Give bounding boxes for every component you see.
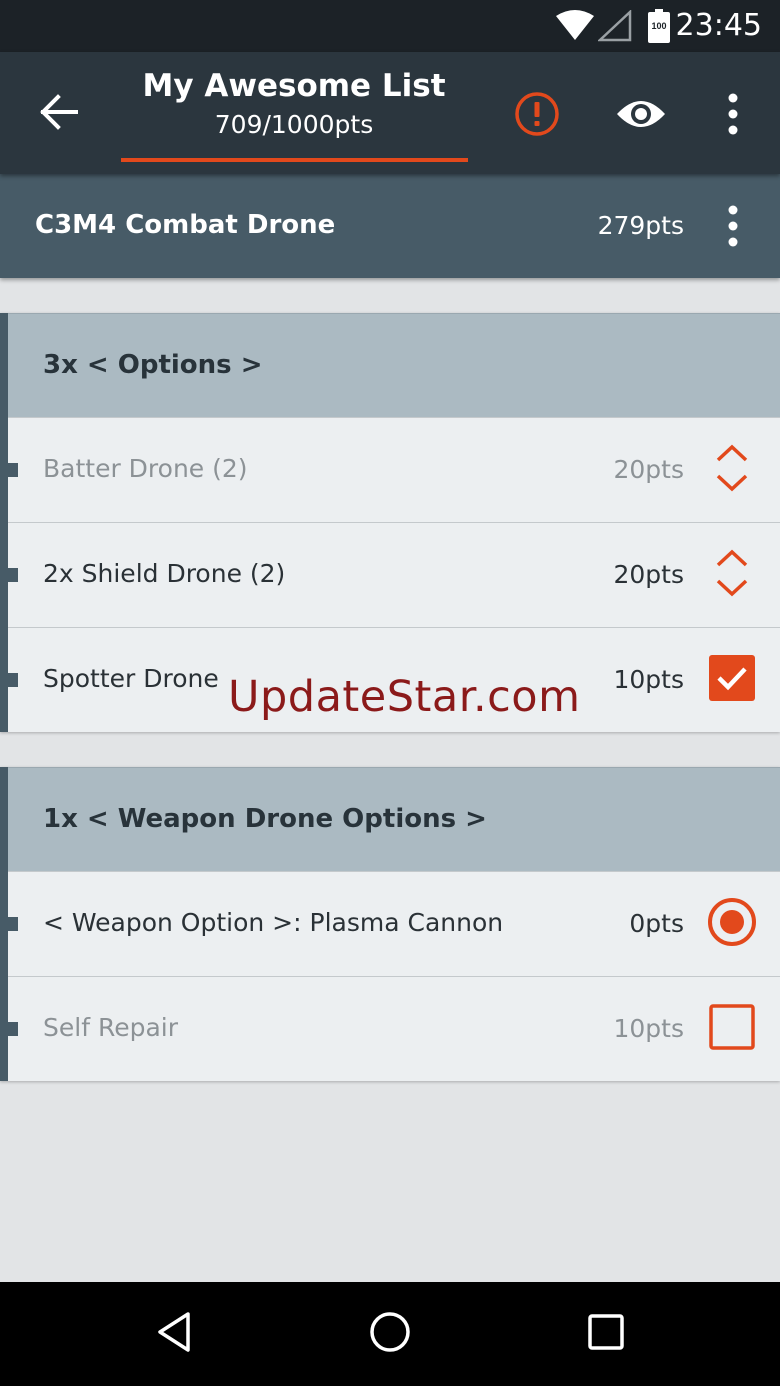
row-tick [0,1022,18,1036]
option-checkbox[interactable] [704,1001,760,1057]
battery-level: 100 [651,21,667,31]
unit-name: C3M4 Combat Drone [35,210,336,240]
back-triangle-icon [154,1310,194,1359]
group-title: 3x < Options > [43,350,263,380]
option-radio[interactable] [704,896,760,952]
group-indicator-bar [0,313,8,732]
arrow-back-icon [38,93,78,135]
tab-indicator [121,158,468,162]
recents-square-icon [586,1312,626,1357]
group-title: 1x < Weapon Drone Options > [43,804,487,834]
option-label: 2x Shield Drone (2) [43,559,286,588]
option-points: 10pts [613,1014,684,1043]
quantity-stepper[interactable] [704,442,760,498]
option-label: Batter Drone (2) [43,454,248,483]
option-row[interactable]: 2x Shield Drone (2) 20pts [0,522,780,627]
option-checkbox[interactable] [704,652,760,708]
option-points: 20pts [613,455,684,484]
option-points: 10pts [613,665,684,694]
option-group-weapon-drone: 1x < Weapon Drone Options > < Weapon Opt… [0,767,780,1081]
battery-icon: 100 [648,9,670,48]
option-row[interactable]: Self Repair 10pts [0,976,780,1081]
unit-header[interactable]: C3M4 Combat Drone 279pts [0,174,780,278]
option-label: Spotter Drone [43,664,219,693]
option-points: 20pts [613,560,684,589]
row-tick [0,568,18,582]
checkbox-checked-icon [709,654,755,706]
status-time: 23:45 [675,8,762,43]
option-row[interactable]: < Weapon Option >: Plasma Cannon 0pts [0,871,780,976]
option-group-options: 3x < Options > Batter Drone (2) 20pts 2x… [0,313,780,732]
stepper-up-down-icon [712,545,752,606]
visibility-button[interactable] [614,92,668,136]
more-vert-icon [718,93,748,142]
eye-icon [614,101,668,140]
quantity-stepper[interactable] [704,547,760,603]
list-title: My Awesome List [142,68,446,104]
checkbox-unchecked-icon [709,1003,755,1055]
system-nav-bar [0,1282,780,1386]
option-label: < Weapon Option >: Plasma Cannon [43,908,504,937]
list-title-tab[interactable]: My Awesome List 709/1000pts [120,52,468,164]
warning-button[interactable] [512,89,562,139]
home-circle-icon [368,1310,412,1359]
nav-back-button[interactable] [150,1310,198,1358]
status-bar: 100 23:45 [0,0,780,52]
group-header[interactable]: 1x < Weapon Drone Options > [0,767,780,871]
row-tick [0,917,18,931]
overflow-menu-button[interactable] [718,90,748,138]
option-points: 0pts [629,909,684,938]
watermark: UpdateStar.com [228,672,581,722]
option-row[interactable]: Batter Drone (2) 20pts [0,417,780,522]
nav-home-button[interactable] [366,1310,414,1358]
stepper-up-down-icon [712,440,752,501]
nav-recents-button[interactable] [582,1310,630,1358]
back-button[interactable] [30,88,86,140]
app-bar: My Awesome List 709/1000pts [0,52,780,174]
radio-selected-icon [706,896,758,953]
more-vert-icon [718,205,748,254]
row-tick [0,463,18,477]
unit-menu-button[interactable] [718,202,748,250]
wifi-icon [556,10,594,45]
row-tick [0,673,18,687]
group-header[interactable]: 3x < Options > [0,313,780,417]
unit-points: 279pts [597,211,684,240]
list-points: 709/1000pts [214,110,374,139]
option-label: Self Repair [43,1013,178,1042]
warning-icon [512,92,562,143]
signal-icon [596,9,632,47]
